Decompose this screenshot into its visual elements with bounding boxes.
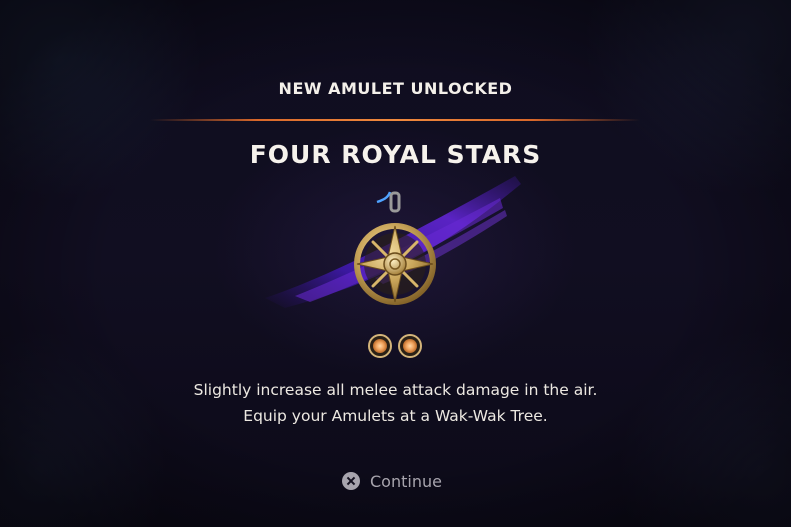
amulet-description: Slightly increase all melee attack damag… (0, 377, 791, 429)
amulet-artwork (265, 176, 521, 308)
amulet-name: FOUR ROYAL STARS (249, 140, 542, 169)
amulet-slot-cost (368, 334, 422, 358)
amulet-unlocked-screen: NEW AMULET UNLOCKED FOUR ROYAL STARS Sli… (0, 0, 791, 527)
slot-pip-1 (368, 334, 392, 358)
description-line-2: Equip your Amulets at a Wak-Wak Tree. (243, 407, 548, 425)
slot-pip-2 (398, 334, 422, 358)
continue-label: Continue (370, 471, 442, 491)
header-divider (150, 119, 640, 121)
cross-button-icon (342, 472, 360, 490)
description-line-1: Slightly increase all melee attack damag… (193, 381, 598, 399)
unlock-header: NEW AMULET UNLOCKED (278, 79, 513, 98)
continue-button[interactable]: Continue (342, 469, 442, 493)
